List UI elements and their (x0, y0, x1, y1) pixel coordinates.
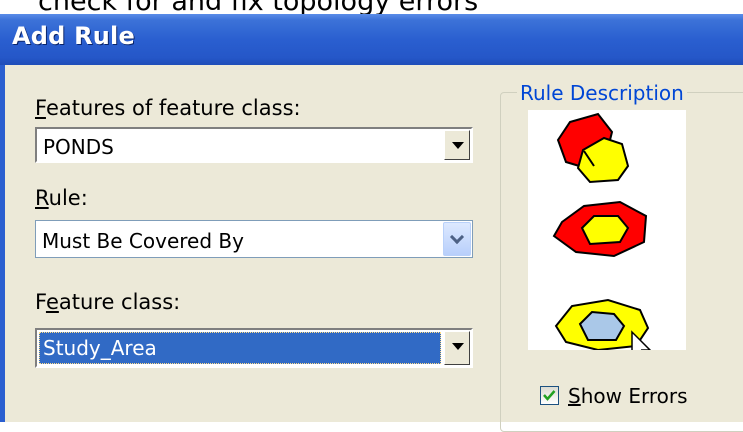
feature-class-dropdown[interactable]: Study_Area (35, 328, 473, 368)
rule-dropdown[interactable]: Must Be Covered By (35, 220, 473, 258)
show-errors-mnemonic: S (568, 384, 581, 408)
rule-label: Rule: (35, 186, 88, 210)
features-of-feature-class-value: PONDS (43, 135, 114, 159)
window-left-border (0, 65, 5, 422)
window-title: Add Rule (12, 22, 135, 50)
features-label-mnemonic: F (35, 96, 46, 120)
rule-label-mnemonic: R (35, 186, 49, 210)
rule-label-text: ule: (48, 186, 88, 210)
feature-class-label-mnemonic: e (45, 290, 59, 314)
checkmark-icon (543, 390, 556, 401)
yellow-covered-polygon-icon (580, 215, 630, 246)
rule-value: Must Be Covered By (42, 229, 244, 253)
feature-class-label-text: ature class: (58, 290, 181, 314)
features-label-text: eatures of feature class: (45, 96, 301, 120)
feature-class-label: Feature class: (35, 290, 180, 314)
feature-class-label-pre: F (35, 290, 46, 314)
show-errors-text: how Errors (580, 384, 688, 408)
rule-description-title: Rule Description (517, 81, 687, 105)
rule-diagram (552, 112, 652, 364)
chevron-down-icon[interactable] (444, 331, 470, 365)
rule-diagram-panel (528, 110, 686, 364)
features-of-feature-class-label: Features of feature class: (35, 96, 301, 120)
chevron-down-icon[interactable] (443, 222, 471, 256)
show-errors-checkbox[interactable] (540, 386, 559, 405)
chevron-down-icon[interactable] (444, 130, 470, 160)
features-of-feature-class-dropdown[interactable]: PONDS (35, 127, 473, 163)
title-bar: Add Rule (0, 14, 743, 65)
feature-class-value: Study_Area (39, 332, 441, 364)
show-errors-label[interactable]: Show Errors (568, 384, 688, 408)
